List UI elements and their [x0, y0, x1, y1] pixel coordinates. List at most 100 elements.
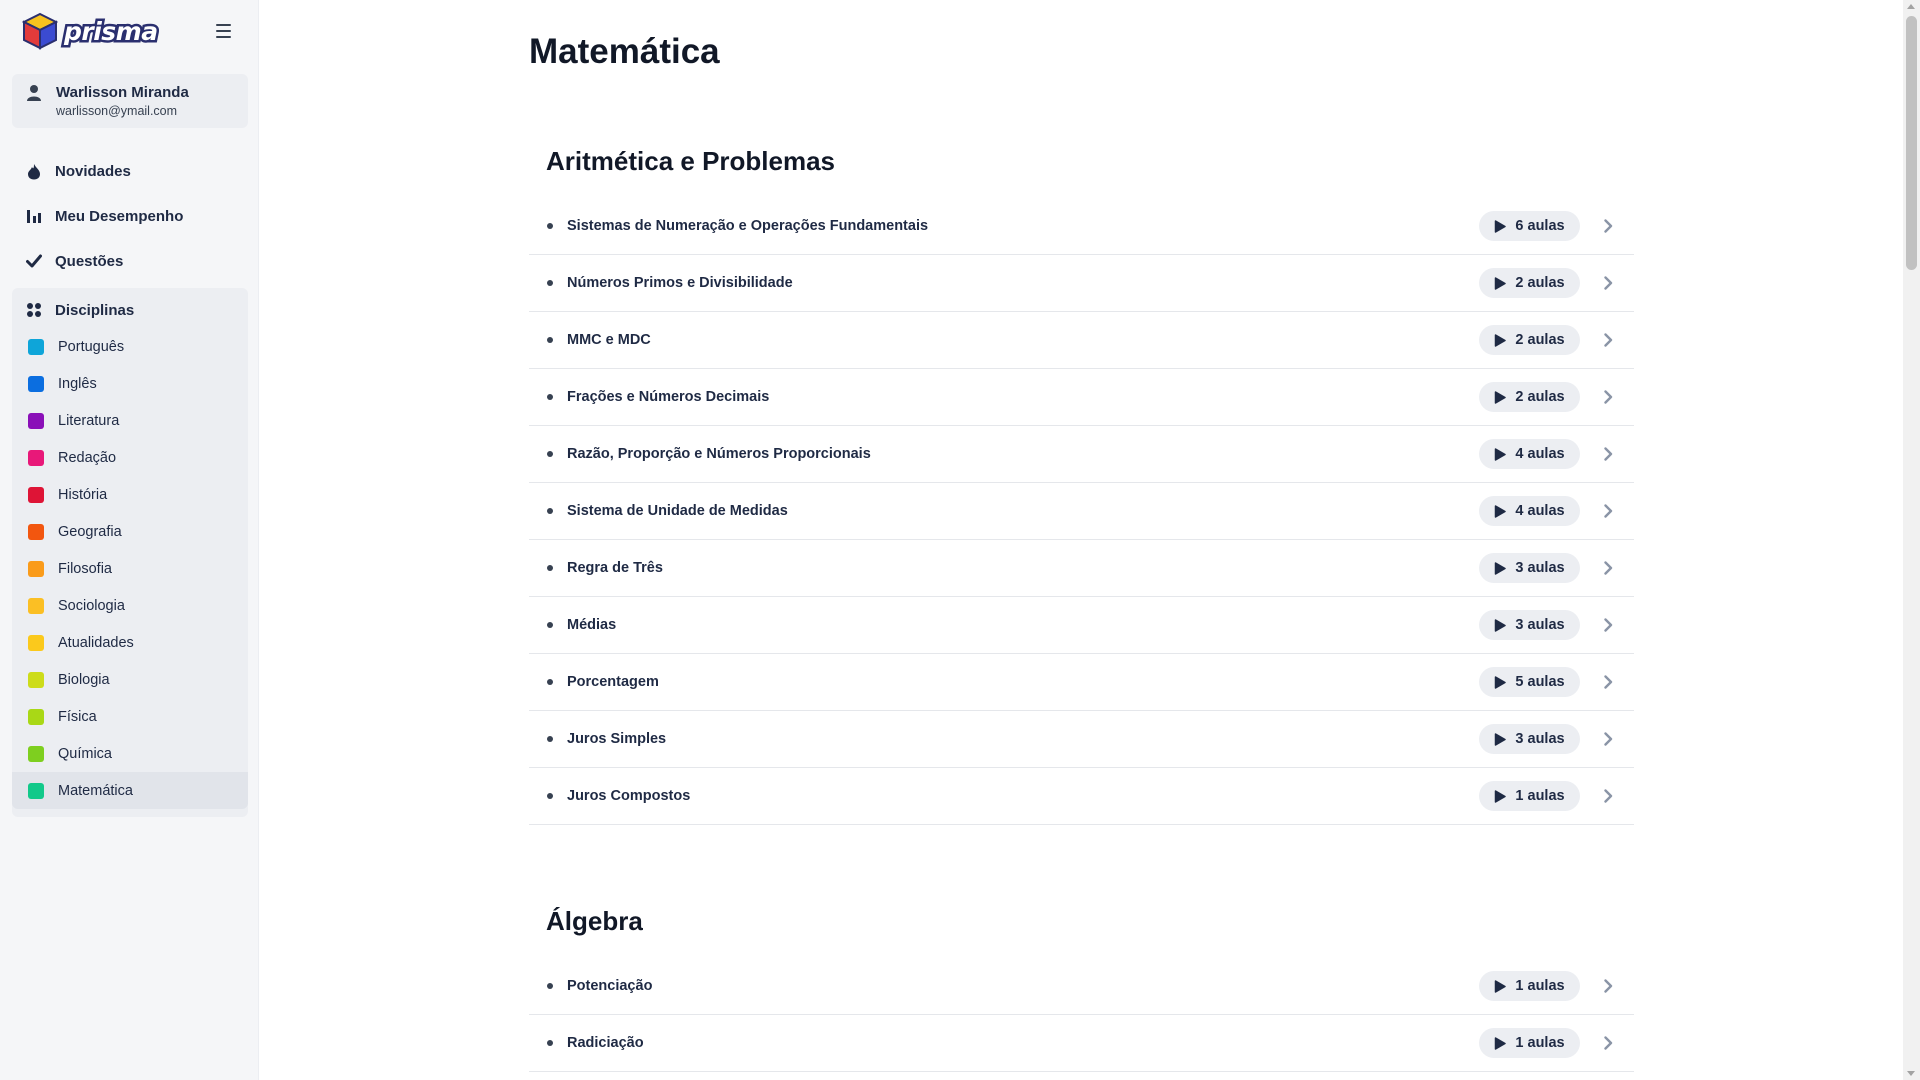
play-icon — [1495, 1036, 1507, 1050]
disciplina-item[interactable]: Português — [12, 328, 248, 365]
lessons-pill[interactable]: 2 aulas — [1479, 268, 1580, 298]
lessons-pill[interactable]: 6 aulas — [1479, 211, 1580, 241]
chevron-right-icon[interactable] — [1600, 389, 1616, 405]
play-icon — [1495, 618, 1507, 632]
topic-row[interactable]: Potenciação 1 aulas — [529, 958, 1634, 1015]
color-swatch — [28, 449, 44, 466]
lessons-count: 3 aulas — [1515, 617, 1565, 633]
disciplina-label: Matemática — [58, 782, 133, 799]
disciplina-item[interactable]: Física — [12, 698, 248, 735]
play-icon — [1495, 447, 1507, 461]
brand-logo[interactable]: prisma — [22, 11, 161, 51]
topic-row[interactable]: Juros Compostos 1 aulas — [529, 768, 1634, 825]
disciplina-item[interactable]: História — [12, 476, 248, 513]
user-icon — [27, 85, 41, 101]
lessons-pill[interactable]: 2 aulas — [1479, 382, 1580, 412]
color-swatch — [28, 412, 44, 429]
color-swatch — [28, 634, 44, 651]
nav-item-questoes[interactable]: Questões — [12, 243, 248, 279]
lessons-count: 2 aulas — [1515, 389, 1565, 405]
disciplina-item[interactable]: Matemática — [12, 772, 248, 809]
bullet-icon — [547, 223, 553, 229]
nav-label: Meu Desempenho — [55, 207, 184, 225]
user-email: warlisson@ymail.com — [56, 104, 178, 118]
disciplina-item[interactable]: Sociologia — [12, 587, 248, 624]
topic-row[interactable]: Médias 3 aulas — [529, 597, 1634, 654]
nav-item-novidades[interactable]: Novidades — [12, 153, 248, 189]
lessons-pill[interactable]: 4 aulas — [1479, 496, 1580, 526]
topic-row[interactable]: Regra de Três 3 aulas — [529, 540, 1634, 597]
bullet-icon — [547, 983, 553, 989]
scrollbar[interactable] — [1903, 0, 1920, 1080]
topic-label: Números Primos e Divisibilidade — [567, 275, 793, 291]
lessons-pill[interactable]: 1 aulas — [1479, 1028, 1580, 1058]
scroll-down-arrow-icon[interactable] — [1907, 1071, 1915, 1076]
chevron-right-icon[interactable] — [1600, 560, 1616, 576]
bullet-icon — [547, 565, 553, 571]
bullet-icon — [547, 793, 553, 799]
disciplina-item[interactable]: Inglês — [12, 365, 248, 402]
grid-dots-icon — [24, 300, 44, 320]
lessons-pill[interactable]: 3 aulas — [1479, 610, 1580, 640]
play-icon — [1495, 390, 1507, 404]
nav-item-meu-desempenho[interactable]: Meu Desempenho — [12, 198, 248, 234]
topic-row[interactable]: Radiciação 1 aulas — [529, 1015, 1634, 1072]
user-card[interactable]: Warlisson Miranda warlisson@ymail.com — [12, 74, 248, 128]
chevron-right-icon[interactable] — [1600, 275, 1616, 291]
lessons-pill[interactable]: 2 aulas — [1479, 325, 1580, 355]
lessons-count: 4 aulas — [1515, 446, 1565, 462]
hamburger-menu-icon[interactable] — [213, 20, 235, 42]
play-icon — [1495, 333, 1507, 347]
disciplina-label: Química — [58, 745, 112, 762]
color-swatch — [28, 375, 44, 392]
chevron-right-icon[interactable] — [1600, 674, 1616, 690]
color-swatch — [28, 523, 44, 540]
disciplina-label: Literatura — [58, 412, 120, 429]
disciplina-item[interactable]: Redação — [12, 439, 248, 476]
topic-row[interactable]: Sistemas de Numeração e Operações Fundam… — [529, 198, 1634, 255]
chevron-right-icon[interactable] — [1600, 731, 1616, 747]
lessons-count: 1 aulas — [1515, 978, 1565, 994]
lessons-count: 3 aulas — [1515, 560, 1565, 576]
disciplina-label: Redação — [58, 449, 117, 466]
topic-row[interactable]: Sistema de Unidade de Medidas 4 aulas — [529, 483, 1634, 540]
topic-row[interactable]: MMC e MDC 2 aulas — [529, 312, 1634, 369]
disciplina-item[interactable]: Literatura — [12, 402, 248, 439]
lessons-pill[interactable]: 3 aulas — [1479, 724, 1580, 754]
chevron-right-icon[interactable] — [1600, 617, 1616, 633]
disciplina-item[interactable]: Geografia — [12, 513, 248, 550]
bar-chart-icon — [24, 206, 44, 226]
chevron-right-icon[interactable] — [1600, 503, 1616, 519]
play-icon — [1495, 276, 1507, 290]
scroll-thumb[interactable] — [1906, 16, 1917, 270]
color-swatch — [28, 671, 44, 688]
chevron-right-icon[interactable] — [1600, 446, 1616, 462]
chevron-right-icon[interactable] — [1600, 1035, 1616, 1051]
scroll-up-arrow-icon[interactable] — [1907, 4, 1915, 9]
topic-row[interactable]: Juros Simples 3 aulas — [529, 711, 1634, 768]
disciplina-item[interactable]: Filosofia — [12, 550, 248, 587]
lessons-pill[interactable]: 3 aulas — [1479, 553, 1580, 583]
lessons-pill[interactable]: 1 aulas — [1479, 781, 1580, 811]
topic-label: Médias — [567, 617, 617, 633]
topic-row[interactable]: Frações e Números Decimais 2 aulas — [529, 369, 1634, 426]
brand-name: prisma — [62, 14, 161, 48]
topic-row[interactable]: Razão, Proporção e Números Proporcionais… — [529, 426, 1634, 483]
chevron-right-icon[interactable] — [1600, 978, 1616, 994]
play-icon — [1495, 789, 1507, 803]
topic-label: Potenciação — [567, 978, 653, 994]
disciplinas-header[interactable]: Disciplinas — [12, 292, 248, 328]
disciplina-item[interactable]: Química — [12, 735, 248, 772]
chevron-right-icon[interactable] — [1600, 218, 1616, 234]
topic-row[interactable]: Números Primos e Divisibilidade 2 aulas — [529, 255, 1634, 312]
chevron-right-icon[interactable] — [1600, 788, 1616, 804]
disciplina-label: Português — [58, 338, 125, 355]
topic-row[interactable]: Porcentagem 5 aulas — [529, 654, 1634, 711]
lessons-pill[interactable]: 4 aulas — [1479, 439, 1580, 469]
nav-label: Questões — [55, 252, 124, 270]
lessons-pill[interactable]: 5 aulas — [1479, 667, 1580, 697]
disciplina-item[interactable]: Atualidades — [12, 624, 248, 661]
disciplina-item[interactable]: Biologia — [12, 661, 248, 698]
lessons-pill[interactable]: 1 aulas — [1479, 971, 1580, 1001]
chevron-right-icon[interactable] — [1600, 332, 1616, 348]
